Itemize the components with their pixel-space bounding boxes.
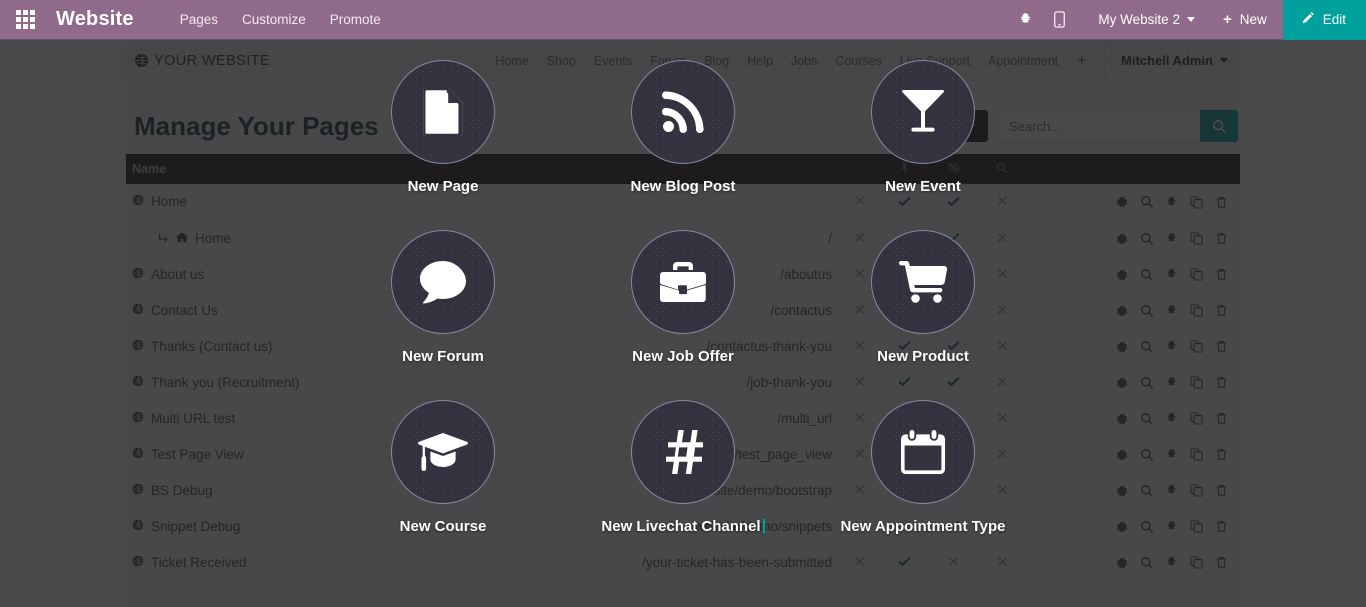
new-content-item-label: New Page <box>407 178 479 195</box>
new-content-item-new-appointment-type[interactable]: New Appointment Type <box>803 400 1043 570</box>
chevron-down-icon <box>1186 17 1195 22</box>
new-content-item-label: New Product <box>877 348 969 365</box>
file-icon[interactable] <box>391 60 495 164</box>
briefcase-icon[interactable] <box>631 230 735 334</box>
menu-customize[interactable]: Customize <box>230 0 318 40</box>
new-content-item-label: New Forum <box>402 348 484 365</box>
graduation-cap-icon[interactable] <box>391 400 495 504</box>
calendar-icon[interactable] <box>871 400 975 504</box>
new-content-item-new-forum[interactable]: New Forum <box>323 230 563 400</box>
pencil-icon <box>1301 11 1315 28</box>
new-content-item-label: New Event <box>885 178 961 195</box>
new-content-label: New <box>1239 11 1267 27</box>
new-content-item-new-blog-post[interactable]: New Blog Post <box>563 60 803 230</box>
new-content-item-new-job-offer[interactable]: New Job Offer <box>563 230 803 400</box>
new-content-item-label: New Course <box>399 518 487 535</box>
comment-bubble-icon[interactable] <box>391 230 495 334</box>
website-selector[interactable]: My Website 2 <box>1086 0 1207 40</box>
menu-pages[interactable]: Pages <box>168 0 230 40</box>
website-selector-label: My Website 2 <box>1098 11 1180 27</box>
hashtag-icon[interactable] <box>631 400 735 504</box>
new-content-item-new-course[interactable]: New Course <box>323 400 563 570</box>
new-content-item-label: New Appointment Type <box>840 518 1006 535</box>
mobile-preview-icon[interactable] <box>1042 0 1076 40</box>
plus-icon: + <box>1222 11 1232 28</box>
new-content-button[interactable]: + New <box>1207 0 1283 40</box>
new-content-item-new-livechat-channel[interactable]: New Livechat Channel <box>563 400 803 570</box>
odoo-systray-bar: Website Pages Customize Promote My Websi… <box>0 0 1366 40</box>
app-brand-title: Website <box>56 8 134 30</box>
edit-button[interactable]: Edit <box>1282 0 1366 40</box>
rss-icon[interactable] <box>631 60 735 164</box>
new-content-item-label: New Blog Post <box>630 178 736 195</box>
apps-grid-icon[interactable] <box>8 0 42 40</box>
new-content-item-new-product[interactable]: New Product <box>803 230 1043 400</box>
martini-glass-icon[interactable] <box>871 60 975 164</box>
new-content-item-label: New Livechat Channel <box>601 518 764 535</box>
new-content-item-new-page[interactable]: New Page <box>323 60 563 230</box>
edit-label: Edit <box>1322 12 1346 27</box>
new-content-item-new-event[interactable]: New Event <box>803 60 1043 230</box>
debug-bug-icon[interactable] <box>1008 0 1042 40</box>
menu-promote[interactable]: Promote <box>318 0 393 40</box>
shopping-cart-icon[interactable] <box>871 230 975 334</box>
new-content-item-label: New Job Offer <box>632 348 734 365</box>
new-content-dialog: New Page New Blog Post New Event New For… <box>0 40 1366 607</box>
